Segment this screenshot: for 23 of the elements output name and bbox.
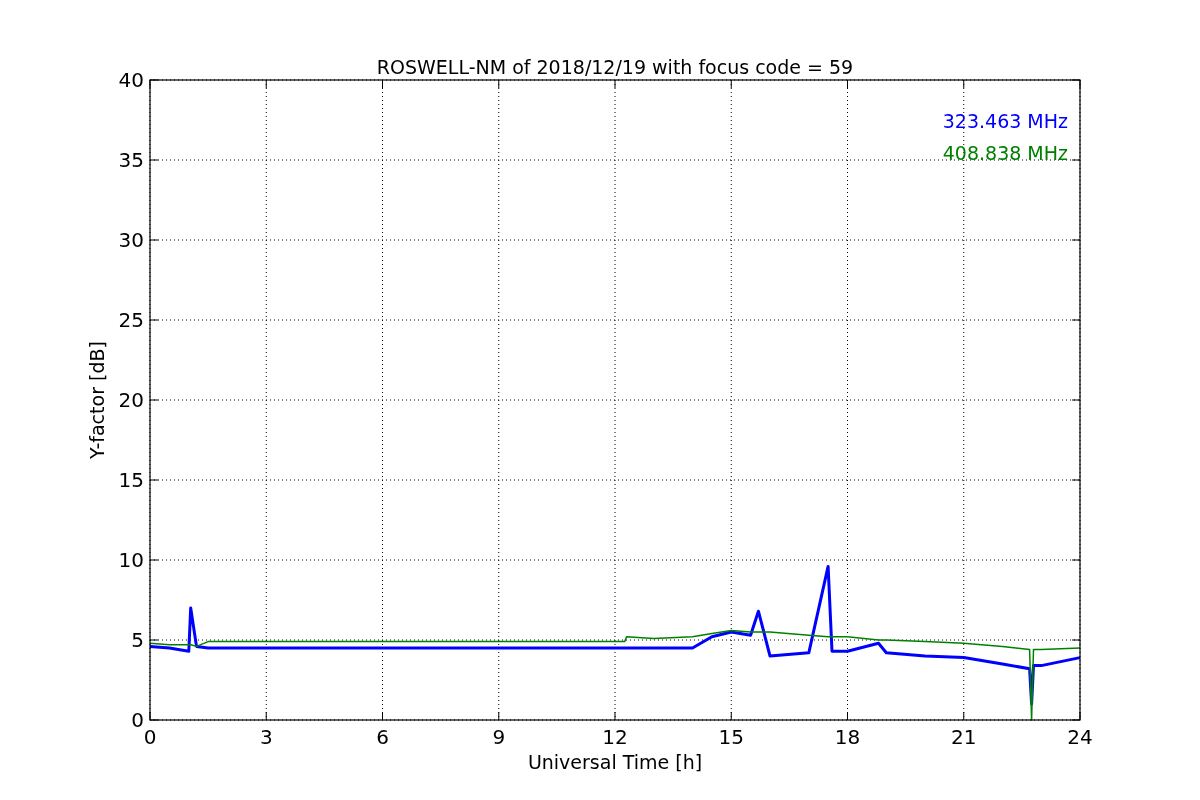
tick-label: 35 [118, 148, 144, 172]
tick-label: 0 [131, 708, 144, 732]
tick-label: 3 [259, 725, 273, 749]
tick-label: 10 [118, 548, 144, 572]
y-axis-label: Y-factor [dB] [86, 341, 108, 459]
legend-label: 323.463 MHz [942, 110, 1068, 132]
tick-label: 20 [118, 388, 144, 412]
tick-label: 18 [834, 725, 861, 749]
tick-label: 6 [376, 725, 389, 749]
tick-label: 40 [118, 68, 144, 92]
tick-label: 9 [492, 725, 506, 749]
tick-label: 5 [131, 628, 144, 652]
x-axis-label: Universal Time [h] [527, 751, 703, 773]
tick-label: 15 [118, 468, 144, 492]
tick-label: 30 [118, 228, 144, 252]
tick-label: 12 [602, 725, 628, 749]
tick-label: 21 [951, 725, 977, 749]
tick-label: 0 [143, 725, 157, 749]
tick-label: 15 [718, 725, 744, 749]
legend-label: 408.838 MHz [942, 142, 1068, 164]
chart-title: ROSWELL-NM of 2018/12/19 with focus code = 59 [376, 56, 854, 78]
tick-label: 25 [118, 308, 144, 332]
tick-label: 24 [1067, 725, 1093, 749]
